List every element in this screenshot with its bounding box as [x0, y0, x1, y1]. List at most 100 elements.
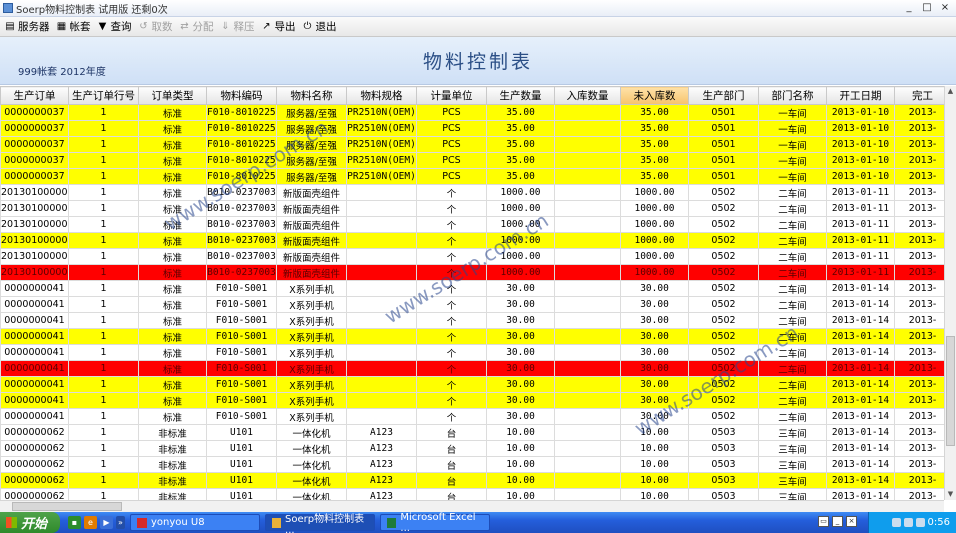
- table-cell[interactable]: 2013-01-11: [826, 264, 895, 281]
- table-cell[interactable]: 二车间: [758, 232, 827, 249]
- table-cell[interactable]: 1000.00: [486, 216, 555, 233]
- table-cell[interactable]: PCS: [416, 104, 487, 121]
- table-cell[interactable]: 个: [416, 312, 487, 329]
- table-cell[interactable]: 2013-: [894, 296, 944, 313]
- table-cell[interactable]: 0000000037: [0, 104, 69, 121]
- table-cell[interactable]: 二车间: [758, 392, 827, 409]
- table-cell[interactable]: F010-80102251: [206, 152, 277, 169]
- table-cell[interactable]: 201301000001: [0, 248, 69, 265]
- table-cell[interactable]: 1: [68, 184, 139, 201]
- table-cell[interactable]: 标准: [138, 296, 207, 313]
- table-cell[interactable]: 2013-: [894, 344, 944, 361]
- minimize-button[interactable]: _: [902, 2, 916, 14]
- table-cell[interactable]: F010-S001: [206, 280, 277, 297]
- toolbar-button-4[interactable]: ⇄ 分配: [179, 19, 213, 34]
- table-row[interactable]: 0000000041 1 标准 F010-S001 X系列手机个 30.00 30.00 05…: [0, 408, 944, 425]
- table-cell[interactable]: [346, 200, 417, 217]
- toolbar-button-3[interactable]: ↺ 取数: [138, 19, 172, 34]
- table-cell[interactable]: 30.00: [486, 408, 555, 425]
- table-row[interactable]: 0000000037 1 标准 F010-80102251 服务器/至强 PR2510N(…: [0, 168, 944, 185]
- table-cell[interactable]: [554, 264, 621, 281]
- taskbar-task-1[interactable]: Soerp物料控制表 ...: [265, 514, 375, 533]
- table-cell[interactable]: 2013-01-14: [826, 472, 895, 489]
- table-cell[interactable]: A123: [346, 424, 417, 441]
- table-cell[interactable]: X系列手机: [276, 392, 347, 409]
- table-cell[interactable]: 2013-01-11: [826, 232, 895, 249]
- table-cell[interactable]: 个: [416, 376, 487, 393]
- table-cell[interactable]: 新版面壳组件: [276, 200, 347, 217]
- table-row[interactable]: 201301000001 1 标准 B010-0237003 新版面壳组件个 1000.0…: [0, 264, 944, 281]
- table-cell[interactable]: 1: [68, 440, 139, 457]
- column-header[interactable]: 部门名称: [758, 86, 827, 105]
- table-cell[interactable]: 0502: [688, 232, 759, 249]
- table-cell[interactable]: 2013-01-10: [826, 168, 895, 185]
- table-cell[interactable]: 1: [68, 152, 139, 169]
- table-cell[interactable]: 30.00: [620, 328, 689, 345]
- table-cell[interactable]: PR2510N(OEM): [346, 136, 417, 153]
- table-cell[interactable]: F010-80102251: [206, 168, 277, 185]
- table-cell[interactable]: 一车间: [758, 120, 827, 137]
- table-cell[interactable]: U101: [206, 456, 277, 473]
- table-cell[interactable]: [554, 216, 621, 233]
- table-row[interactable]: 0000000037 1 标准 F010-80102251 服务器/至强 PR2510N(…: [0, 120, 944, 137]
- table-cell[interactable]: 1: [68, 392, 139, 409]
- material-control-grid[interactable]: 生产订单 生产订单行号 订单类型 物料编码 物料名称 物料规格 计量单位 生产数量 入库数量 未入…: [0, 86, 944, 500]
- table-cell[interactable]: 0502: [688, 216, 759, 233]
- table-row[interactable]: 0000000062 1 非标准 U101 一体化机 A123 台 10.00 10.00 050…: [0, 424, 944, 441]
- table-cell[interactable]: X系列手机: [276, 280, 347, 297]
- table-cell[interactable]: F010-S001: [206, 312, 277, 329]
- column-header[interactable]: 完工: [894, 86, 944, 105]
- scroll-up-arrow-icon[interactable]: ▲: [945, 86, 956, 97]
- table-cell[interactable]: F010-S001: [206, 328, 277, 345]
- table-cell[interactable]: 2013-: [894, 104, 944, 121]
- table-cell[interactable]: F010-S001: [206, 392, 277, 409]
- table-cell[interactable]: 标准: [138, 120, 207, 137]
- table-cell[interactable]: 三车间: [758, 472, 827, 489]
- table-cell[interactable]: 个: [416, 360, 487, 377]
- table-cell[interactable]: 2013-01-14: [826, 344, 895, 361]
- table-cell[interactable]: 1: [68, 136, 139, 153]
- table-cell[interactable]: 1: [68, 104, 139, 121]
- table-cell[interactable]: 1: [68, 360, 139, 377]
- table-cell[interactable]: 2013-: [894, 184, 944, 201]
- table-cell[interactable]: 标准: [138, 328, 207, 345]
- table-cell[interactable]: 2013-: [894, 200, 944, 217]
- table-cell[interactable]: 一体化机: [276, 456, 347, 473]
- table-cell[interactable]: 2013-01-10: [826, 152, 895, 169]
- table-cell[interactable]: 0000000037: [0, 152, 69, 169]
- table-cell[interactable]: 台: [416, 488, 487, 500]
- table-cell[interactable]: 非标准: [138, 424, 207, 441]
- table-cell[interactable]: [346, 280, 417, 297]
- table-cell[interactable]: 10.00: [486, 488, 555, 500]
- table-cell[interactable]: 2013-01-10: [826, 104, 895, 121]
- table-cell[interactable]: 1000.00: [620, 216, 689, 233]
- show-desktop-icon[interactable]: ▪: [68, 516, 81, 529]
- table-cell[interactable]: [346, 312, 417, 329]
- table-cell[interactable]: 1: [68, 408, 139, 425]
- table-cell[interactable]: 一车间: [758, 168, 827, 185]
- table-cell[interactable]: 0000000041: [0, 296, 69, 313]
- table-cell[interactable]: 2013-: [894, 216, 944, 233]
- table-cell[interactable]: 个: [416, 344, 487, 361]
- table-cell[interactable]: B010-0237003: [206, 216, 277, 233]
- table-cell[interactable]: 标准: [138, 168, 207, 185]
- table-row[interactable]: 201301000001 1 标准 B010-0237003 新版面壳组件个 1000.0…: [0, 184, 944, 201]
- table-cell[interactable]: [554, 200, 621, 217]
- table-cell[interactable]: 2013-: [894, 472, 944, 489]
- table-cell[interactable]: 1000.00: [486, 184, 555, 201]
- table-cell[interactable]: 个: [416, 280, 487, 297]
- vertical-scroll-thumb[interactable]: [946, 336, 955, 446]
- table-cell[interactable]: 一体化机: [276, 440, 347, 457]
- table-row[interactable]: 0000000041 1 标准 F010-S001 X系列手机个 30.00 30.00 05…: [0, 376, 944, 393]
- table-cell[interactable]: 二车间: [758, 312, 827, 329]
- table-cell[interactable]: 35.00: [486, 136, 555, 153]
- table-cell[interactable]: A123: [346, 456, 417, 473]
- table-cell[interactable]: B010-0237003: [206, 264, 277, 281]
- table-cell[interactable]: [554, 280, 621, 297]
- table-cell[interactable]: 台: [416, 472, 487, 489]
- table-cell[interactable]: 0000000062: [0, 488, 69, 500]
- table-cell[interactable]: 2013-: [894, 424, 944, 441]
- table-cell[interactable]: 1: [68, 296, 139, 313]
- table-cell[interactable]: 1: [68, 456, 139, 473]
- table-cell[interactable]: 个: [416, 184, 487, 201]
